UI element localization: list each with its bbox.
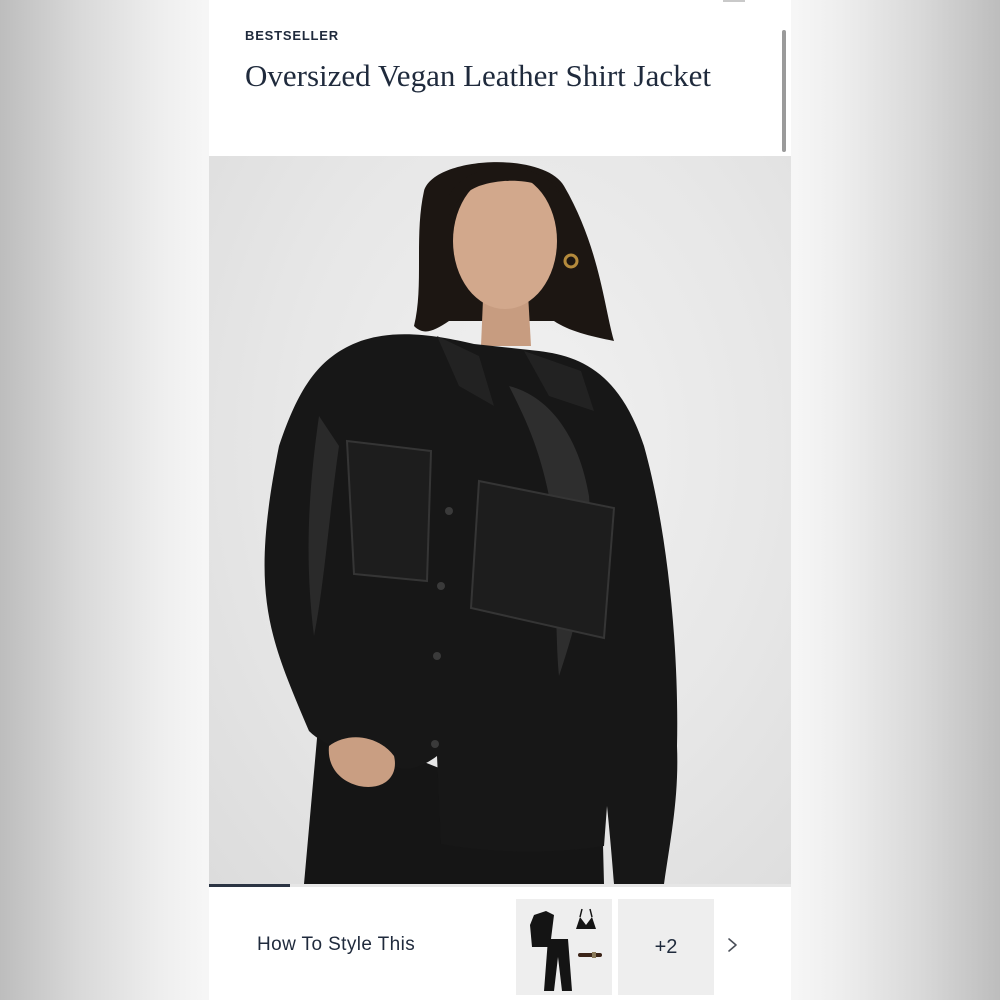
chevron-right-icon[interactable]: [723, 933, 743, 957]
how-to-style-label: How To Style This: [257, 934, 416, 955]
product-page: BESTSELLER Oversized Vegan Leather Shirt…: [209, 0, 791, 1000]
more-outfits-button[interactable]: +2: [618, 899, 714, 995]
button: [445, 507, 453, 515]
more-outfits-count: +2: [654, 936, 678, 958]
face: [453, 173, 557, 309]
button: [431, 740, 439, 748]
model-photo-illustration: [264, 162, 678, 884]
left-pocket: [345, 439, 433, 583]
top-edge-indicator: [723, 0, 745, 2]
button: [437, 582, 445, 590]
bestseller-badge: BESTSELLER: [245, 28, 339, 43]
outfit-image: [530, 908, 602, 991]
product-header: BESTSELLER Oversized Vegan Leather Shirt…: [209, 0, 791, 156]
product-image[interactable]: [209, 156, 791, 884]
product-title: Oversized Vegan Leather Shirt Jacket: [245, 58, 711, 93]
outfit-thumbnail[interactable]: [516, 899, 612, 995]
button: [433, 652, 441, 660]
how-to-style-section: How To Style This +2: [209, 887, 791, 1000]
scrollbar[interactable]: [782, 30, 786, 152]
